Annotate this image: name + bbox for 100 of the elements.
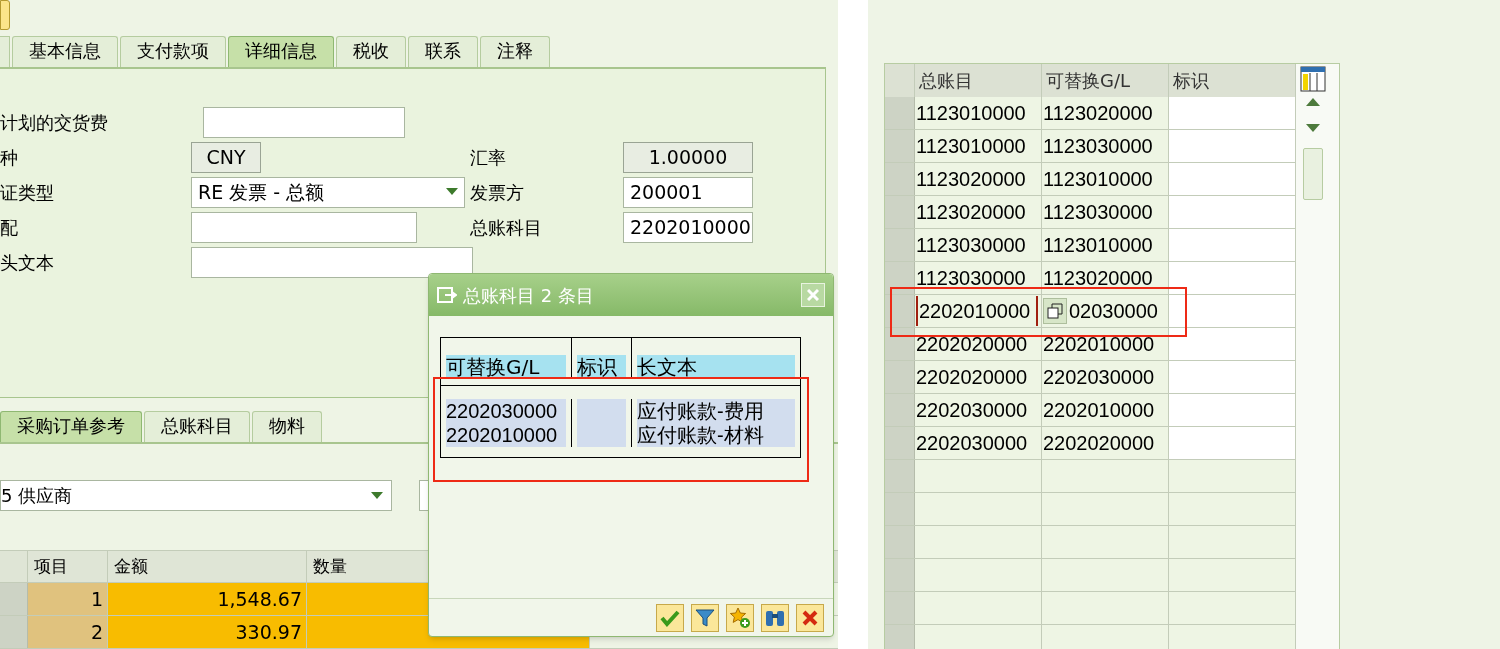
row-selector[interactable] — [885, 295, 915, 327]
row-selector[interactable] — [885, 592, 915, 624]
row-selector[interactable] — [885, 262, 915, 294]
copy-button[interactable] — [1043, 298, 1067, 324]
list-cell[interactable]: 应付账款-费用 — [636, 399, 795, 423]
checkmark-icon — [660, 608, 680, 627]
column-header: 标识 — [577, 355, 626, 379]
tab[interactable]: 采购订单参考 — [0, 411, 142, 443]
table-row[interactable]: 1123020000 1123010000 — [885, 163, 1296, 196]
row-selector[interactable] — [885, 229, 915, 261]
table-row[interactable]: 1123030000 1123020000 — [885, 262, 1296, 295]
column-header: 长文本 — [636, 355, 795, 379]
row-selector[interactable] — [885, 493, 915, 525]
field-label: 种 — [0, 145, 19, 170]
table-row[interactable]: 2202030000 2202010000 — [885, 394, 1296, 427]
list-cell[interactable]: 2202010000 — [446, 423, 567, 447]
input-field[interactable] — [203, 106, 405, 138]
cell-text: 2202010000 — [1043, 398, 1155, 423]
table-row[interactable]: 1123010000 1123030000 — [885, 130, 1296, 163]
table-row[interactable]: 1123010000 1123020000 — [885, 97, 1296, 130]
list-cell[interactable]: 2202030000 — [446, 399, 567, 423]
tab[interactable]: 详细信息 — [228, 35, 334, 67]
close-button[interactable] — [801, 283, 825, 307]
dropdown-value: RE 发票 - 总额 — [198, 180, 325, 205]
toolbar-button[interactable] — [691, 603, 719, 632]
tab[interactable] — [0, 35, 10, 67]
row-selector[interactable] — [885, 196, 915, 228]
input-field[interactable] — [191, 246, 473, 278]
toolbar-button[interactable] — [656, 603, 684, 632]
dropdown-field[interactable]: 5 供应商 — [0, 480, 392, 512]
scrollbar-thumb[interactable] — [1303, 148, 1323, 200]
field-label: 头文本 — [0, 250, 55, 275]
toolbar-button[interactable] — [761, 603, 789, 632]
list-cell[interactable] — [577, 423, 626, 447]
tab[interactable]: 支付款项 — [120, 35, 226, 67]
table-row[interactable]: 2202020000 2202030000 — [885, 361, 1296, 394]
list-cell[interactable] — [577, 399, 626, 423]
row-selector[interactable] — [0, 583, 28, 615]
scroll-up-icon[interactable] — [1306, 98, 1320, 106]
scroll-down-icon[interactable] — [1306, 124, 1320, 132]
field-label: 证类型 — [0, 180, 55, 205]
row-selector[interactable] — [885, 427, 915, 459]
cell-text: 2202010000 — [916, 296, 1039, 326]
dropdown-field[interactable]: RE 发票 - 总额 — [191, 176, 465, 208]
row-selector[interactable] — [885, 361, 915, 393]
cell-text: 2202030000 — [916, 431, 1028, 456]
table-row[interactable]: 1123030000 1123010000 — [885, 229, 1296, 262]
table-row[interactable]: 2202020000 2202010000 — [885, 328, 1296, 361]
display-field: 1.00000 — [623, 141, 753, 173]
row-selector[interactable] — [885, 625, 915, 649]
cell-text: 1123010000 — [916, 101, 1026, 126]
tab[interactable]: 注释 — [480, 35, 550, 67]
row-selector[interactable] — [885, 559, 915, 591]
toolbar-button[interactable] — [796, 603, 824, 632]
input-field[interactable]: 200001 — [623, 176, 753, 208]
cell-text: 1123030000 — [916, 233, 1026, 258]
row-selector[interactable] — [0, 616, 28, 648]
dialog-title: 总账科目 2 条目 — [463, 283, 595, 308]
cell-text: 1123020000 — [1043, 101, 1153, 126]
input-field[interactable]: 2202010000 — [623, 211, 753, 243]
window-icon — [437, 287, 457, 303]
cell-text: 2202020000 — [916, 332, 1028, 357]
toolbar-button[interactable] — [726, 603, 754, 632]
tab[interactable]: 税收 — [336, 35, 406, 67]
row-selector[interactable] — [885, 460, 915, 492]
table-cell: 1,548.67 — [108, 583, 307, 615]
input-field[interactable] — [191, 211, 417, 243]
row-selector[interactable] — [885, 328, 915, 360]
cell-text: 1123020000 — [916, 200, 1026, 225]
field-label: 配 — [0, 215, 19, 240]
table-row[interactable]: 2202010000 02030000 — [885, 295, 1296, 328]
table-cell: 2 — [28, 616, 108, 648]
row-selector[interactable] — [885, 97, 915, 129]
table-cell: 1 — [28, 583, 108, 615]
star-plus-icon — [729, 606, 751, 629]
table-row[interactable]: 1123020000 1123030000 — [885, 196, 1296, 229]
tab[interactable]: 物料 — [252, 411, 322, 443]
column-settings-icon[interactable] — [1300, 66, 1326, 92]
table-row[interactable]: 2202030000 2202020000 — [885, 427, 1296, 460]
cell-text: 1123020000 — [916, 167, 1026, 192]
cell-text: 1123020000 — [1043, 266, 1153, 291]
copy-icon — [1047, 303, 1063, 319]
list-cell[interactable]: 应付账款-材料 — [636, 423, 795, 447]
column-header[interactable]: 项目 — [28, 551, 108, 582]
column-header[interactable]: 金额 — [108, 551, 307, 582]
row-selector[interactable] — [885, 526, 915, 558]
dropdown-arrow-icon — [446, 188, 458, 197]
tab[interactable]: 总账科目 — [144, 411, 250, 443]
dropdown-value: 5 供应商 — [1, 484, 73, 509]
table-cell: 330.97 — [108, 616, 307, 648]
tab[interactable]: 联系 — [408, 35, 478, 67]
toolbar-icon[interactable] — [0, 0, 10, 30]
row-selector[interactable] — [885, 163, 915, 195]
field-label: 计划的交货费 — [0, 110, 109, 135]
row-selector[interactable] — [885, 130, 915, 162]
cell-text: 2202020000 — [916, 365, 1028, 390]
dropdown-arrow-icon — [371, 491, 383, 500]
tab[interactable]: 基本信息 — [12, 35, 118, 67]
cell-text: 2202030000 — [916, 398, 1028, 423]
row-selector[interactable] — [885, 394, 915, 426]
